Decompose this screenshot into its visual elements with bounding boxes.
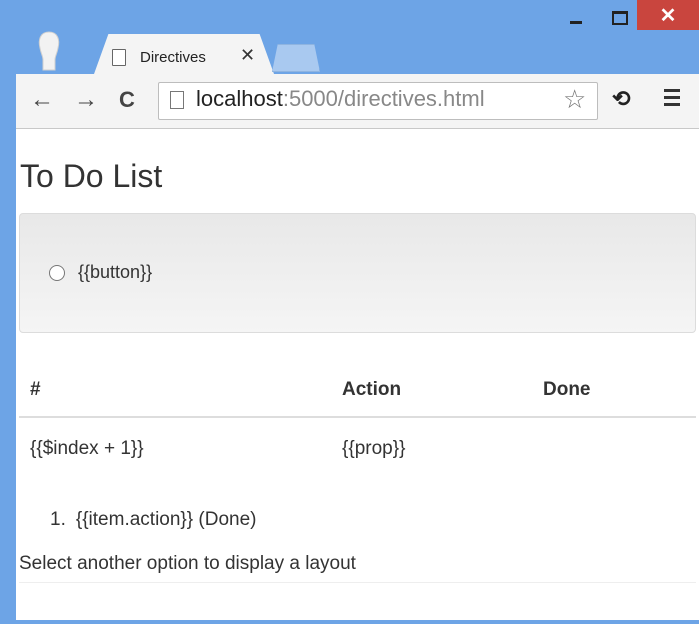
layout-message: Select another option to display a layou…	[19, 553, 356, 574]
minimize-button[interactable]	[556, 0, 596, 36]
reload-icon[interactable]: C	[119, 86, 135, 114]
forward-arrow-icon[interactable]: →	[74, 86, 98, 114]
table-header-divider	[19, 416, 696, 418]
table-header-index: #	[30, 379, 41, 400]
url-host: localhost	[196, 86, 283, 111]
tab-content: Directives	[112, 44, 206, 70]
bookmark-star-icon[interactable]: ☆	[563, 84, 586, 115]
tab-close-icon[interactable]: ✕	[240, 45, 255, 66]
back-arrow-icon[interactable]: ←	[30, 86, 54, 114]
list-item: 1. {{item.action}} (Done)	[50, 509, 256, 531]
url-path: :5000/directives.html	[282, 86, 485, 111]
table-cell-index: {{$index + 1}}	[30, 438, 144, 459]
menu-icon[interactable]	[664, 89, 680, 110]
close-icon: ✕	[659, 4, 677, 27]
table-header-done: Done	[543, 379, 591, 400]
extension-icon[interactable]: ⟲	[612, 86, 630, 112]
option-radio-label[interactable]: {{button}}	[78, 262, 152, 283]
profile-avatar-icon[interactable]	[34, 30, 64, 72]
maximize-button[interactable]	[600, 0, 640, 36]
maximize-icon	[612, 11, 628, 25]
page-content	[16, 129, 699, 620]
table-cell-action: {{prop}}	[342, 438, 406, 459]
page-info-icon[interactable]	[170, 91, 184, 109]
close-window-button[interactable]: ✕	[637, 0, 699, 30]
tab-title: Directives	[140, 48, 206, 66]
list-item-number: 1.	[50, 509, 66, 530]
list-item-text: {{item.action}} (Done)	[75, 509, 257, 530]
option-radio[interactable]	[49, 265, 65, 281]
url-text[interactable]: localhost:5000/directives.html	[196, 86, 485, 112]
new-tab-button[interactable]	[272, 44, 320, 72]
table-header-action: Action	[342, 379, 402, 400]
page-title: To Do List	[20, 158, 163, 194]
minimize-icon	[570, 20, 582, 24]
content-divider	[19, 582, 696, 583]
page-icon	[112, 48, 126, 66]
